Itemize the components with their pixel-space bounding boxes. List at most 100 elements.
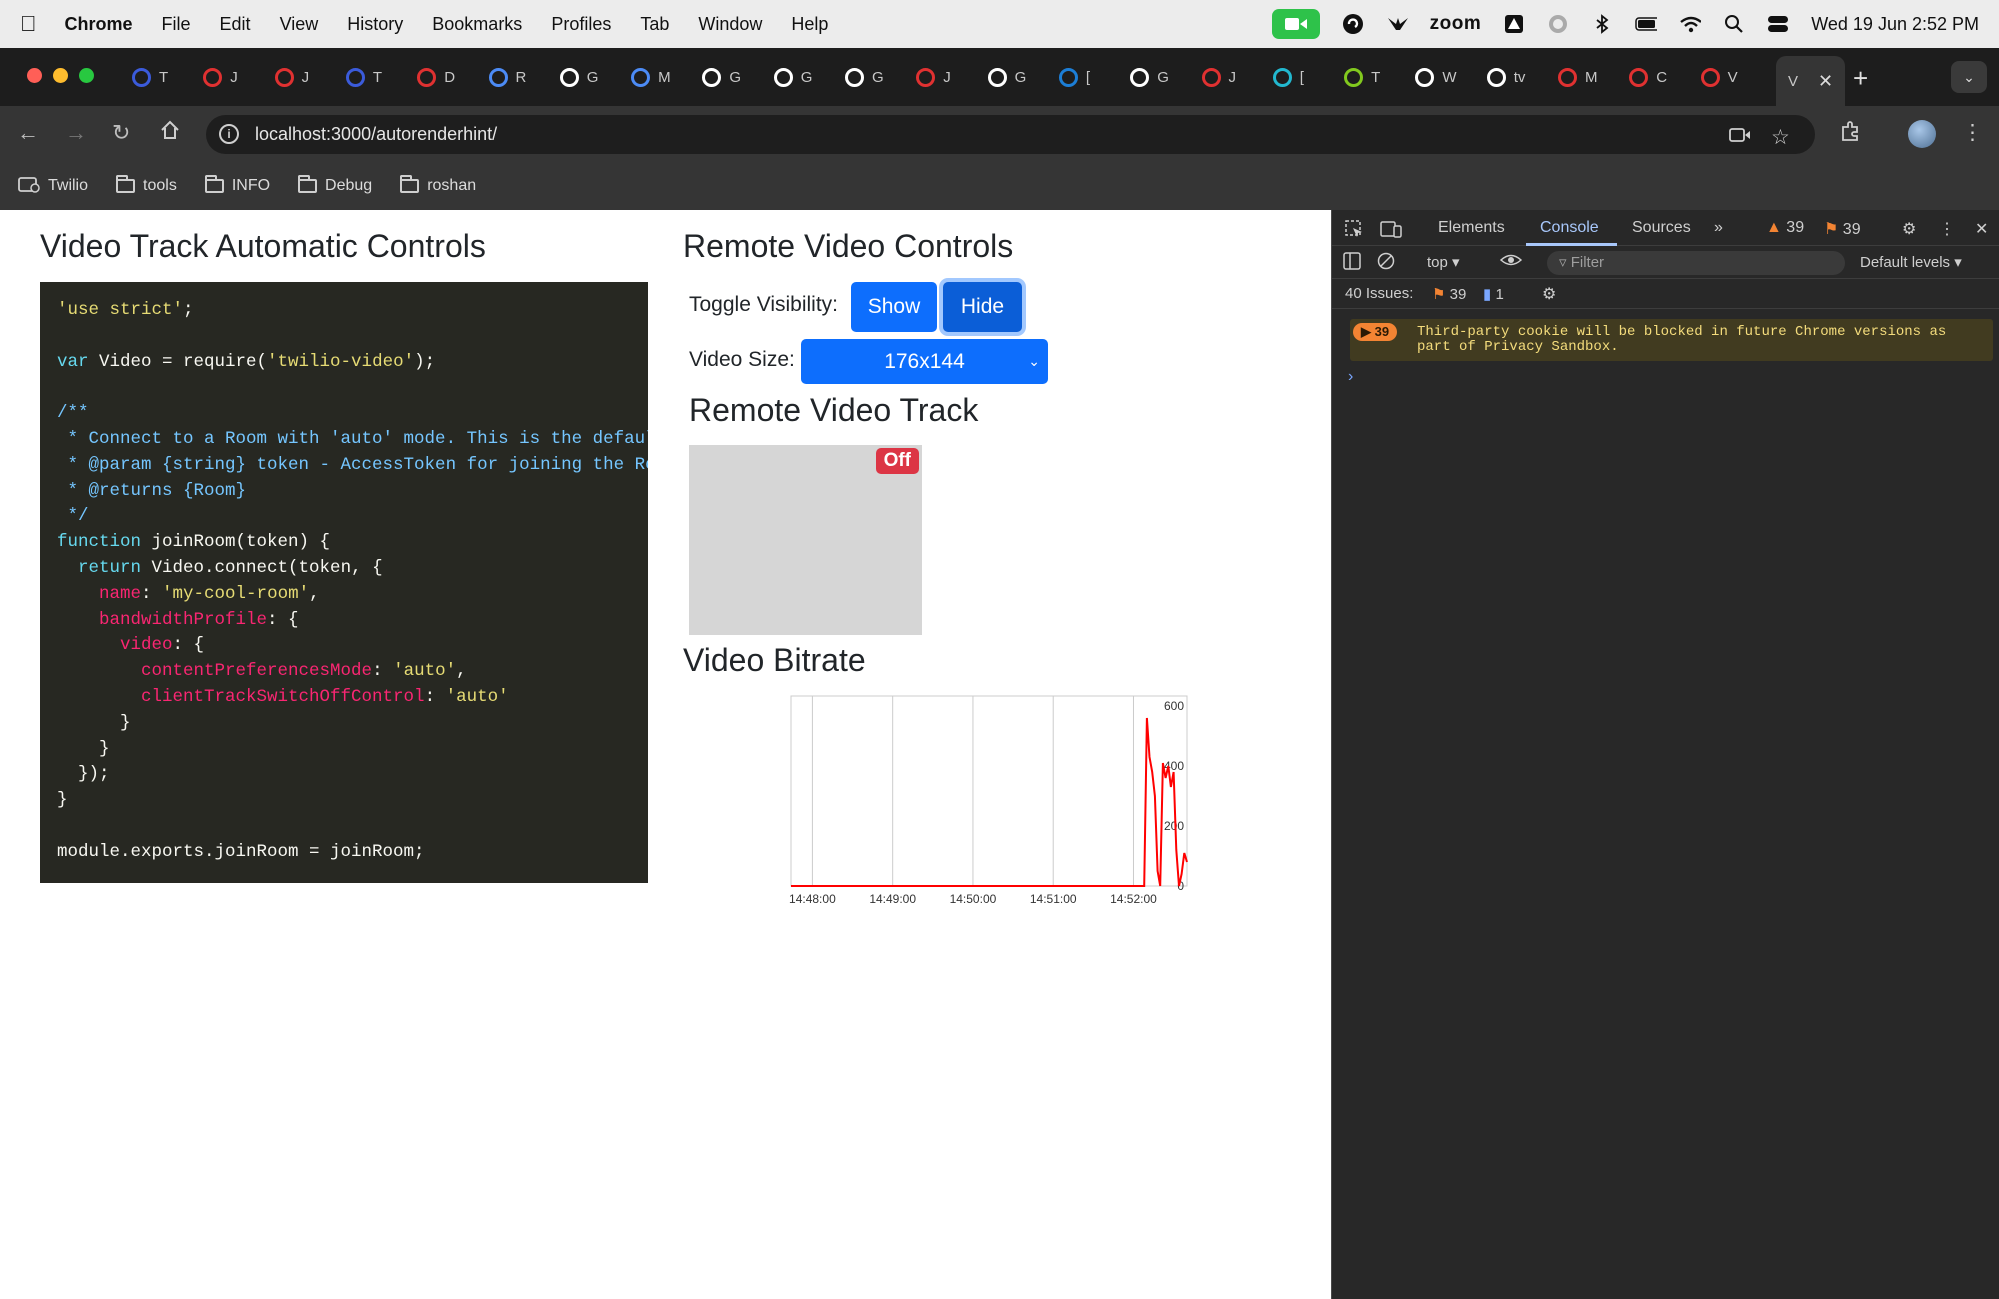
tab-item[interactable]: J [1201,62,1236,92]
tab-item[interactable]: T [345,62,382,92]
tab-item[interactable]: T [132,62,168,92]
close-window-button[interactable] [27,68,42,83]
issues-error-value: 39 [1449,286,1467,303]
devtools-settings-gear-icon[interactable]: ⚙ [1902,219,1916,239]
menu-bookmarks[interactable]: Bookmarks [432,14,522,35]
menu-window[interactable]: Window [698,14,762,35]
tab-item[interactable]: G [1130,62,1169,92]
app-menu-chrome[interactable]: Chrome [65,14,133,35]
tab-item[interactable]: D [417,62,455,92]
console-warning-message[interactable]: ▶ 39 Third-party cookie will be blocked … [1350,319,1993,361]
more-tabs-chevron-icon[interactable]: » [1714,219,1723,237]
tab-item[interactable]: M [1558,62,1598,92]
tab-item[interactable]: C [1629,62,1667,92]
spotlight-search-icon[interactable] [1723,13,1745,35]
menu-profiles[interactable]: Profiles [551,14,611,35]
tab-console[interactable]: Console [1540,219,1599,237]
issues-info-count[interactable]: ▮ 1 [1483,285,1504,303]
show-button[interactable]: Show [851,282,937,332]
bookmark-star-icon[interactable]: ☆ [1771,125,1790,150]
tab-item[interactable]: V [1700,62,1738,92]
menu-view[interactable]: View [280,14,319,35]
message-repeat-count: ▶ 39 [1353,323,1398,341]
devtools-more-menu-icon[interactable]: ⋮ [1939,219,1955,239]
grammarly-icon[interactable] [1342,13,1364,35]
menu-edit[interactable]: Edit [220,14,251,35]
new-tab-button[interactable]: + [1853,63,1868,94]
bookmark-tools[interactable]: tools [116,175,177,195]
tab-item[interactable]: J [203,62,238,92]
extensions-puzzle-icon[interactable] [1840,120,1862,148]
clear-console-icon[interactable] [1377,252,1395,275]
menu-history[interactable]: History [347,14,403,35]
issues-settings-gear-icon[interactable]: ⚙ [1542,284,1556,304]
address-bar[interactable]: i localhost:3000/autorenderhint/ ☆ [206,115,1815,154]
sidebar-toggle-icon[interactable] [1343,252,1361,275]
tab-item[interactable]: [ [1058,62,1090,92]
tab-item[interactable]: G [559,62,598,92]
tab-item[interactable]: G [845,62,884,92]
video-size-select[interactable]: 176x144 ⌄ [801,339,1048,384]
tab-item[interactable]: J [916,62,951,92]
tab-item[interactable]: W [1415,62,1457,92]
log-levels-dropdown[interactable]: Default levels ▾ [1860,253,1962,271]
tab-item[interactable]: J [274,62,309,92]
tab-item[interactable]: G [987,62,1026,92]
minimize-window-button[interactable] [53,68,68,83]
control-center-icon[interactable] [1767,13,1789,35]
drive-icon[interactable] [1503,13,1525,35]
context-selector[interactable]: top ▾ [1427,253,1460,271]
zoom-menu-label[interactable]: zoom [1430,13,1482,35]
console-filter-input[interactable]: ▿ Filter [1547,251,1845,275]
facetime-camera-icon[interactable] [1271,9,1320,39]
bluetooth-icon[interactable] [1591,13,1613,35]
menu-tab[interactable]: Tab [640,14,669,35]
chrome-menu-icon[interactable]: ⋮ [1962,120,1983,145]
bookmark-twilio[interactable]: Twilio [18,175,88,198]
issues-error-count[interactable]: ⚑ 39 [1432,285,1466,303]
wifi-icon[interactable] [1679,13,1702,35]
tab-item[interactable]: tv [1486,62,1525,92]
bookmark-debug[interactable]: Debug [298,175,373,195]
tab-item[interactable]: [ [1272,62,1304,92]
back-arrow-icon[interactable]: ← [17,120,39,146]
site-info-icon[interactable]: i [219,124,239,144]
forward-arrow-icon[interactable]: → [65,120,87,146]
console-prompt-chevron-icon[interactable]: › [1348,368,1353,386]
tab-search-chevron-down-icon[interactable]: ⌄ [1951,61,1987,93]
tab-sources[interactable]: Sources [1632,219,1691,237]
close-devtools-icon[interactable]: ✕ [1975,219,1988,239]
device-toolbar-icon[interactable] [1380,219,1402,244]
reload-icon[interactable]: ↻ [112,120,130,146]
tab-active[interactable]: V ✕ [1776,56,1846,106]
tab-item[interactable]: G [773,62,812,92]
warning-count-badge[interactable]: ▲ 39 [1766,219,1804,237]
bookmark-info[interactable]: INFO [204,175,270,195]
off-badge: Off [875,448,919,474]
apple-menu-icon[interactable]:  [20,11,37,37]
live-expression-eye-icon[interactable] [1499,251,1523,274]
tab-elements[interactable]: Elements [1438,219,1505,237]
url-text[interactable]: localhost:3000/autorenderhint/ [255,124,497,145]
maximize-window-button[interactable] [79,68,94,83]
menu-file[interactable]: File [162,14,191,35]
camera-permission-icon[interactable] [1729,125,1751,149]
hide-button[interactable]: Hide [943,282,1022,332]
bird-icon[interactable] [1386,13,1408,35]
issues-label[interactable]: 40 Issues: [1345,285,1413,302]
menu-help[interactable]: Help [791,14,828,35]
tab-item[interactable]: R [488,62,526,92]
bookmark-roshan[interactable]: roshan [400,175,476,195]
home-icon[interactable] [160,120,180,146]
issue-count-badge[interactable]: ⚑ 39 [1824,219,1861,239]
tab-item[interactable]: M [631,62,671,92]
tab-item[interactable]: T [1344,62,1380,92]
bookmark-label: Debug [325,177,373,194]
vpn-globe-icon[interactable] [1547,13,1569,35]
profile-avatar[interactable] [1908,120,1936,148]
battery-icon[interactable] [1635,13,1658,35]
menubar-datetime[interactable]: Wed 19 Jun 2:52 PM [1811,14,1979,35]
inspect-element-icon[interactable] [1344,219,1364,244]
tab-item[interactable]: G [702,62,741,92]
close-tab-icon[interactable]: ✕ [1818,71,1833,92]
